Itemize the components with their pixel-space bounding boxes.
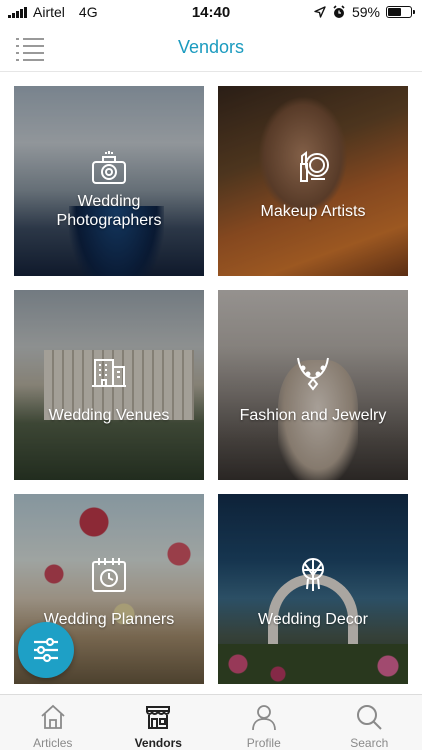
category-tile-wedding-decor[interactable]: Wedding Decor	[218, 494, 408, 684]
status-bar: Airtel 4G 14:40 59%	[0, 0, 422, 24]
category-tile-fashion-and-jewelry[interactable]: Fashion and Jewelry	[218, 290, 408, 480]
app-header: Vendors	[0, 24, 422, 72]
filter-sliders-icon	[34, 637, 58, 663]
tab-articles[interactable]: Articles	[0, 695, 106, 750]
status-right: 59%	[314, 4, 415, 20]
building-icon	[92, 359, 126, 387]
home-icon	[41, 704, 65, 729]
tab-label: Search	[350, 736, 389, 750]
tab-profile[interactable]: Profile	[211, 695, 317, 750]
makeup-icon	[300, 151, 329, 182]
category-tile-wedding-venues[interactable]: Wedding Venues	[14, 290, 204, 480]
category-label: Makeup Artists	[260, 203, 366, 220]
location-arrow-icon	[314, 6, 326, 18]
tab-label: Profile	[246, 736, 281, 750]
battery-fill	[388, 8, 401, 16]
camera-icon	[92, 151, 126, 184]
battery-percent: 59%	[351, 4, 380, 20]
category-tile-wedding-photographers[interactable]: Wedding Photographers	[14, 86, 204, 276]
category-label: Wedding Venues	[48, 407, 170, 424]
necklace-icon	[297, 357, 329, 391]
tab-vendors[interactable]: Vendors	[106, 695, 212, 750]
tab-label: Articles	[33, 736, 73, 750]
calendar-clock-icon	[92, 558, 126, 592]
tab-search[interactable]: Search	[317, 695, 422, 750]
battery-icon	[386, 6, 415, 18]
vendor-category-grid: Wedding Photographers Makeup Artists Wed…	[14, 86, 408, 684]
alarm-clock-icon	[333, 5, 345, 18]
category-tile-makeup-artists[interactable]: Makeup Artists	[218, 86, 408, 276]
tab-label: Vendors	[134, 736, 182, 750]
category-label: Wedding Photographers	[56, 193, 162, 229]
user-icon	[251, 705, 276, 731]
store-icon	[146, 706, 171, 729]
dreamcatcher-icon	[302, 558, 324, 591]
category-label: Fashion and Jewelry	[239, 407, 387, 424]
bottom-tab-bar: Articles Vendors Profile Search	[0, 694, 422, 750]
page-title: Vendors	[177, 37, 245, 57]
category-label: Wedding Decor	[258, 611, 368, 628]
filter-button[interactable]	[18, 622, 74, 678]
search-icon	[357, 705, 382, 730]
